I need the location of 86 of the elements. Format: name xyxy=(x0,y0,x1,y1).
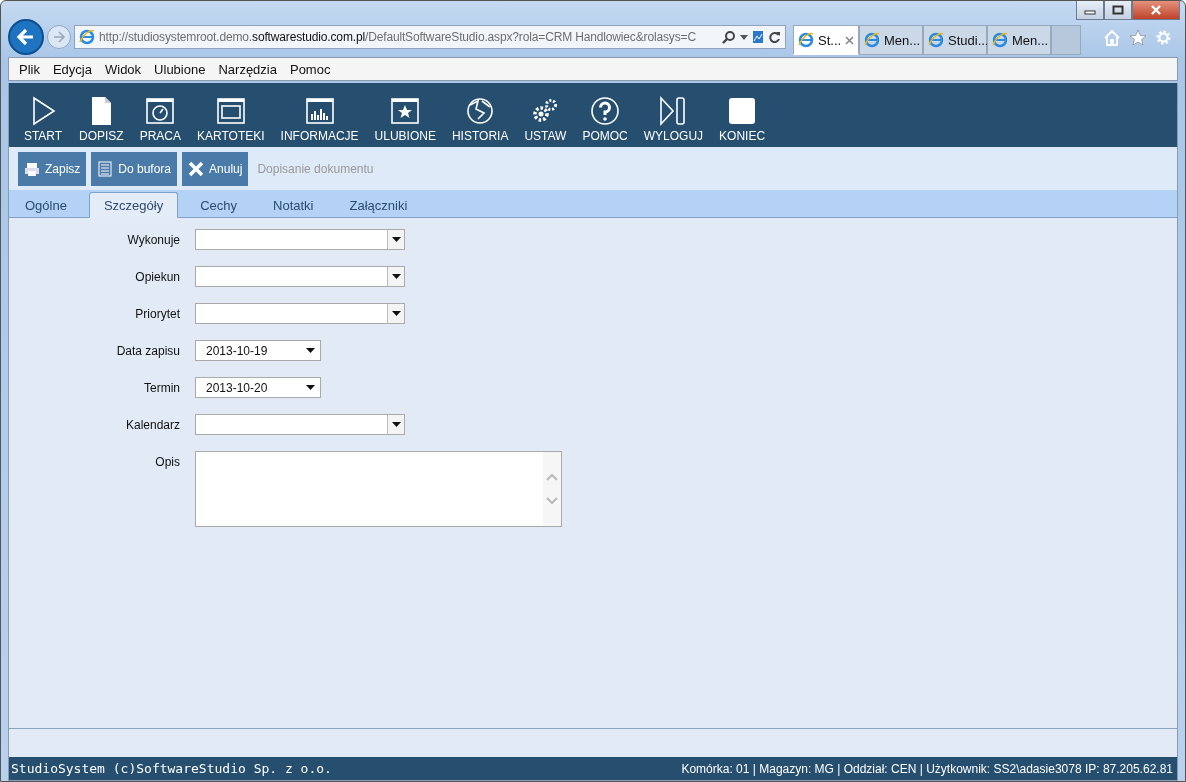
browser-logo-icon xyxy=(864,32,880,48)
dropdown-field[interactable] xyxy=(195,303,405,324)
field-label: Wykonuje xyxy=(126,232,180,247)
browser-logo-icon xyxy=(928,32,944,48)
compatibility-icon[interactable] xyxy=(752,30,764,44)
list-icon xyxy=(97,160,114,177)
caret-icon[interactable] xyxy=(306,385,315,390)
field-label: Opis xyxy=(154,454,180,469)
maximize-button[interactable] xyxy=(1104,1,1132,20)
browser-tab[interactable]: St... xyxy=(793,25,859,55)
restore-icon xyxy=(1112,5,1124,15)
refresh-icon[interactable] xyxy=(768,30,781,44)
tab[interactable]: Ogólne xyxy=(11,193,81,217)
bar-chart-window-icon xyxy=(303,95,336,127)
tab-title: Men... xyxy=(884,32,921,48)
cancel-icon xyxy=(188,160,205,177)
copyright-text: StudioSystem (c)SoftwareStudio Sp. z o.o. xyxy=(11,761,332,776)
toolbar-button[interactable]: WYLOGUJ xyxy=(635,95,712,143)
caret-icon[interactable] xyxy=(387,304,404,323)
toolbar-button[interactable]: ULUBIONE xyxy=(366,95,444,143)
tab[interactable]: Szczegóły xyxy=(88,192,179,218)
caret-icon[interactable] xyxy=(740,34,748,40)
dropdown-field[interactable] xyxy=(195,266,405,287)
toolbar-button[interactable]: INFORMACJE xyxy=(272,95,367,143)
field-label: Kalendarz xyxy=(124,417,180,432)
close-icon xyxy=(1150,5,1162,15)
date-field[interactable]: 2013-10-19 xyxy=(195,340,321,361)
address-bar[interactable]: http://studiosystemroot.demo.softwarestudio.com.pl/DefaultSoftwareStudio.aspx?rola=CRM Handlowiec&rolasys=C xyxy=(74,25,786,49)
browser-logo-icon xyxy=(798,32,814,48)
menu-item[interactable]: Ulubione xyxy=(154,61,206,77)
toolbar-button[interactable]: DOPISZ xyxy=(71,95,132,143)
menu-item[interactable]: Edycja xyxy=(52,61,92,77)
menu-item[interactable]: Narzędzia xyxy=(218,61,277,77)
browser-logo-icon xyxy=(992,32,1008,48)
browser-tab[interactable]: Men... xyxy=(987,25,1051,55)
field-label: Data zapisu xyxy=(115,343,180,358)
action-button[interactable]: Do bufora xyxy=(91,151,178,186)
forward-button[interactable] xyxy=(47,25,71,49)
action-button[interactable]: Zapisz xyxy=(18,151,87,186)
menu-item[interactable]: Widok xyxy=(105,61,142,77)
window-icon xyxy=(214,95,247,127)
tab[interactable]: Cechy xyxy=(186,193,252,217)
action-button[interactable]: Anuluj xyxy=(182,151,249,186)
browser-tab[interactable]: Studi... xyxy=(923,25,987,55)
toolbar-button[interactable]: START xyxy=(15,95,71,143)
date-field[interactable]: 2013-10-20 xyxy=(195,377,321,398)
session-info-text: Komórka: 01 | Magazyn: MG | Oddział: CEN | Użytkownik: SS2\adasie3078 IP: 87.205.62.81 xyxy=(681,761,1173,776)
caret-icon[interactable] xyxy=(387,267,404,286)
close-button[interactable] xyxy=(1132,1,1180,20)
close-tab-icon[interactable] xyxy=(845,35,855,45)
browser-tab[interactable]: Men... xyxy=(859,25,923,55)
back-button[interactable] xyxy=(8,19,44,55)
search-icon[interactable] xyxy=(722,30,736,44)
toolbar-button[interactable]: HISTORIA xyxy=(443,95,517,143)
toolbar-button[interactable]: PRACA xyxy=(131,95,189,143)
dropdown-field[interactable] xyxy=(195,414,405,435)
menu-item[interactable]: Plik xyxy=(19,61,40,77)
toolbar-button[interactable]: KARTOTEKI xyxy=(189,95,273,143)
tab[interactable]: Notatki xyxy=(259,193,328,217)
field-label: Termin xyxy=(143,380,180,395)
minimize-button[interactable] xyxy=(1076,1,1104,20)
toolbar-button[interactable]: KONIEC xyxy=(711,95,774,143)
tab-title: St... xyxy=(818,32,842,48)
url-text: http://studiosystemroot.demo.softwarestudio.com.pl/DefaultSoftwareStudio.aspx?rola=CRM Handlowiec&rolasys=C xyxy=(99,30,697,44)
forward-arrow-icon xyxy=(52,30,66,44)
dropdown-field[interactable] xyxy=(195,229,405,250)
back-arrow-icon xyxy=(16,27,36,47)
tab-title: Men... xyxy=(1012,32,1049,48)
printer-icon xyxy=(24,160,40,177)
browser-logo-icon xyxy=(79,29,95,45)
tab[interactable]: Załączniki xyxy=(335,193,422,217)
tab-title: Studi... xyxy=(948,32,989,48)
help-icon xyxy=(589,95,622,127)
text-area[interactable] xyxy=(195,451,562,527)
favorites-star-icon[interactable] xyxy=(1129,28,1147,46)
field-label: Opiekun xyxy=(134,269,180,284)
caret-icon[interactable] xyxy=(387,230,404,249)
menu-item[interactable]: Pomoc xyxy=(289,61,331,77)
toolbar-button[interactable]: USTAW xyxy=(516,95,575,143)
form-title: Dopisanie dokumentu xyxy=(257,161,374,176)
gauge-window-icon xyxy=(144,95,177,127)
toolbar-button[interactable]: POMOC xyxy=(574,95,636,143)
caret-icon[interactable] xyxy=(306,348,315,353)
field-label: Priorytet xyxy=(134,306,180,321)
caret-icon[interactable] xyxy=(387,415,404,434)
star-window-icon xyxy=(389,95,422,127)
